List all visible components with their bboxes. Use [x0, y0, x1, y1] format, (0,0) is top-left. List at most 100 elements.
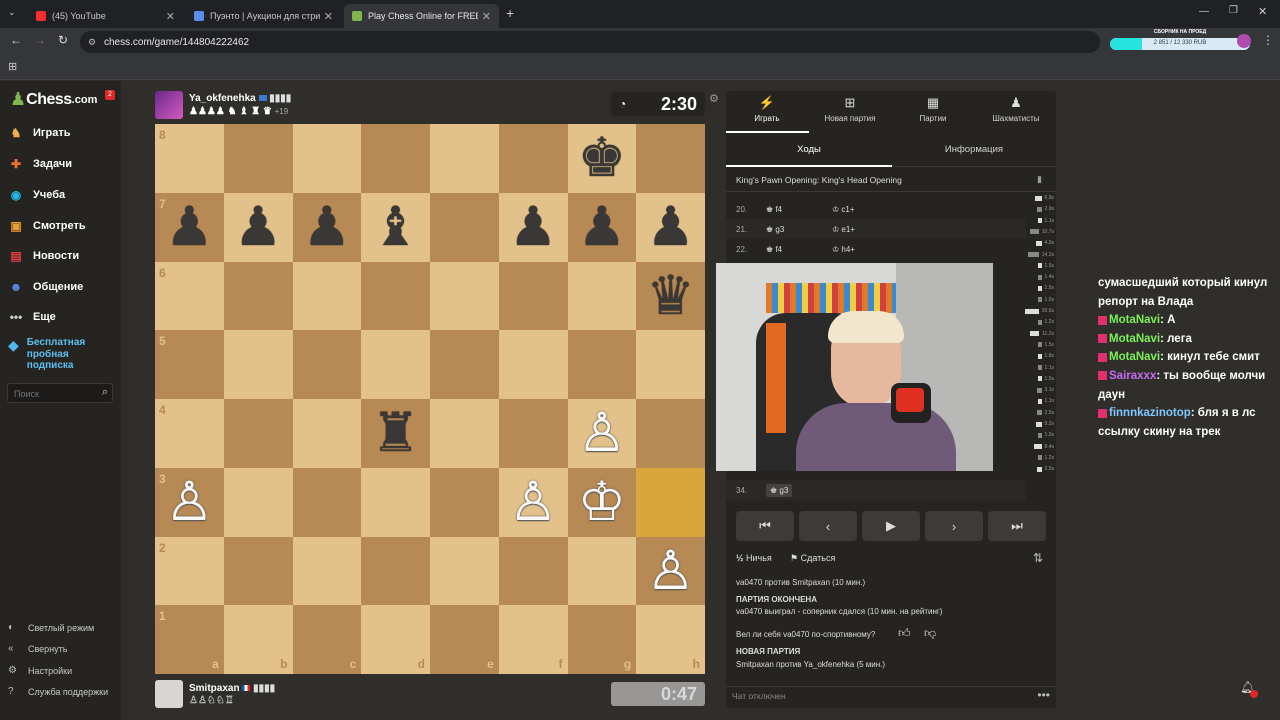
black-piece-d7[interactable]: ♝: [371, 200, 419, 254]
sidebar-item-social[interactable]: ☻ Общение: [8, 279, 84, 295]
minimize-icon[interactable]: —: [1199, 6, 1209, 17]
back-icon[interactable]: ←: [10, 33, 22, 47]
black-piece-f7[interactable]: ♟: [509, 200, 557, 254]
square-e7[interactable]: [430, 192, 499, 262]
site-info-icon[interactable]: ⚙: [88, 37, 96, 48]
last-move-button[interactable]: ⏭: [988, 511, 1046, 541]
light-mode-toggle[interactable]: ◐ Светлый режим: [8, 622, 94, 633]
move-black[interactable]: ♔ e1+: [832, 225, 855, 234]
flip-board-icon[interactable]: ⇅: [1033, 551, 1043, 565]
square-f8[interactable]: [498, 124, 568, 193]
black-piece-h7[interactable]: ♟: [646, 200, 694, 254]
square-g1[interactable]: g: [567, 605, 637, 674]
collapse-button[interactable]: « Свернуть: [8, 643, 67, 654]
square-h1[interactable]: h: [636, 605, 705, 674]
tab-search-icon[interactable]: ⌄: [8, 7, 16, 18]
white-piece-g4[interactable]: ♙: [578, 406, 626, 460]
sidebar-item-puzzles[interactable]: ✚ Задачи: [8, 156, 72, 172]
forward-icon[interactable]: →: [34, 33, 46, 47]
square-d5[interactable]: [361, 330, 430, 399]
square-f7[interactable]: ♟: [498, 192, 568, 262]
white-piece-a3[interactable]: ♙: [165, 475, 213, 529]
move-white[interactable]: ♚ g3: [766, 483, 793, 497]
square-a4[interactable]: 4: [155, 399, 224, 468]
url-input[interactable]: ⚙ chess.com/game/144804222462: [80, 31, 1100, 53]
square-h4[interactable]: [636, 399, 705, 468]
menu-dots-icon[interactable]: ⋮: [1262, 33, 1274, 47]
black-piece-b7[interactable]: ♟: [234, 200, 282, 254]
square-g5[interactable]: [567, 330, 637, 399]
square-f6[interactable]: [498, 261, 568, 331]
notification-badge[interactable]: 2: [105, 90, 115, 100]
square-f1[interactable]: f: [498, 605, 568, 674]
chat-input[interactable]: Чат отключен •••: [726, 686, 1056, 708]
square-f4[interactable]: [498, 399, 568, 468]
square-h7[interactable]: ♟: [636, 192, 705, 262]
support-link[interactable]: ? Служба поддержки: [8, 686, 108, 697]
first-move-button[interactable]: ⏮: [736, 511, 794, 541]
square-a8[interactable]: 8: [155, 124, 224, 193]
move-black[interactable]: ♔ c1+: [832, 205, 855, 214]
chess-board[interactable]: 8 ♚ 7 ♟ ♟ ♟ ♝ ♟ ♟ ♟ 6 ♛ 5 4 ♜ ♙ 3 ♙ ♙ ♔ 2 ♙ 1 a b c d e f g h: [155, 124, 705, 674]
square-g8[interactable]: ♚: [567, 124, 637, 193]
square-g6[interactable]: [567, 261, 637, 331]
square-b3[interactable]: [223, 467, 293, 537]
black-piece-h6[interactable]: ♛: [646, 268, 694, 323]
sidebar-item-play[interactable]: ♞ Играть: [8, 125, 71, 141]
move-row[interactable]: 34. ♚ g3: [726, 480, 1026, 500]
square-g4[interactable]: ♙: [567, 399, 637, 468]
thumbs-down-icon[interactable]: 👎︎: [924, 626, 936, 641]
square-e6[interactable]: [430, 261, 499, 331]
avatar[interactable]: [155, 91, 183, 119]
avatar[interactable]: [155, 680, 183, 708]
square-c3[interactable]: [292, 467, 362, 537]
chess-logo[interactable]: ♟ Chess .com: [10, 89, 97, 110]
square-b4[interactable]: [223, 399, 293, 468]
prev-move-button[interactable]: ‹: [799, 511, 857, 541]
move-white[interactable]: ♚ g3: [766, 225, 832, 234]
square-e4[interactable]: [430, 399, 499, 468]
move-row[interactable]: 21. ♚ g3 ♔ e1+: [726, 219, 1026, 239]
square-c4[interactable]: [292, 399, 362, 468]
square-a5[interactable]: 5: [155, 330, 224, 399]
move-row[interactable]: 20. ♚ f4 ♔ c1+: [726, 199, 1026, 219]
sidebar-item-learn[interactable]: ◉ Учеба: [8, 187, 65, 203]
square-d7[interactable]: ♝: [361, 192, 430, 262]
board-settings-icon[interactable]: ⚙: [709, 92, 719, 105]
browser-tab-youtube[interactable]: (45) YouTube ✕: [28, 4, 183, 28]
black-piece-g8[interactable]: ♚: [578, 131, 626, 185]
black-piece-a7[interactable]: ♟: [165, 200, 213, 254]
tab-new-game[interactable]: ⊞ Новая партия: [809, 95, 891, 123]
square-f5[interactable]: [498, 330, 568, 399]
square-c5[interactable]: [292, 330, 362, 399]
square-h5[interactable]: [636, 330, 705, 399]
square-e3[interactable]: [430, 467, 499, 537]
square-d4[interactable]: ♜: [361, 399, 430, 468]
square-h3[interactable]: [636, 467, 705, 537]
tab-play[interactable]: ⚡ Играть: [726, 95, 808, 123]
square-g7[interactable]: ♟: [567, 192, 637, 262]
square-b7[interactable]: ♟: [223, 192, 293, 262]
reload-icon[interactable]: ↻: [58, 33, 68, 47]
square-b5[interactable]: [223, 330, 293, 399]
settings-link[interactable]: ⚙ Настройки: [8, 665, 72, 676]
white-piece-f3[interactable]: ♙: [509, 475, 557, 529]
move-white[interactable]: ♚ f4: [766, 205, 832, 214]
square-c1[interactable]: c: [292, 605, 362, 674]
square-h6[interactable]: ♛: [636, 261, 705, 331]
close-tab-icon[interactable]: ✕: [324, 10, 333, 23]
square-e8[interactable]: [430, 124, 499, 193]
book-icon[interactable]: ▮: [1037, 174, 1042, 185]
square-f2[interactable]: [498, 536, 568, 606]
sidebar-item-more[interactable]: ••• Еще: [8, 309, 56, 325]
square-e2[interactable]: [430, 536, 499, 606]
square-d6[interactable]: [361, 261, 430, 331]
search-input[interactable]: [14, 389, 94, 399]
square-c2[interactable]: [292, 536, 362, 606]
square-f3[interactable]: ♙: [498, 467, 568, 537]
tab-moves[interactable]: Ходы: [726, 133, 892, 167]
play-button[interactable]: ▶: [862, 511, 920, 541]
square-d1[interactable]: d: [361, 605, 430, 674]
square-b8[interactable]: [223, 124, 293, 193]
square-g3[interactable]: ♔: [567, 467, 637, 537]
